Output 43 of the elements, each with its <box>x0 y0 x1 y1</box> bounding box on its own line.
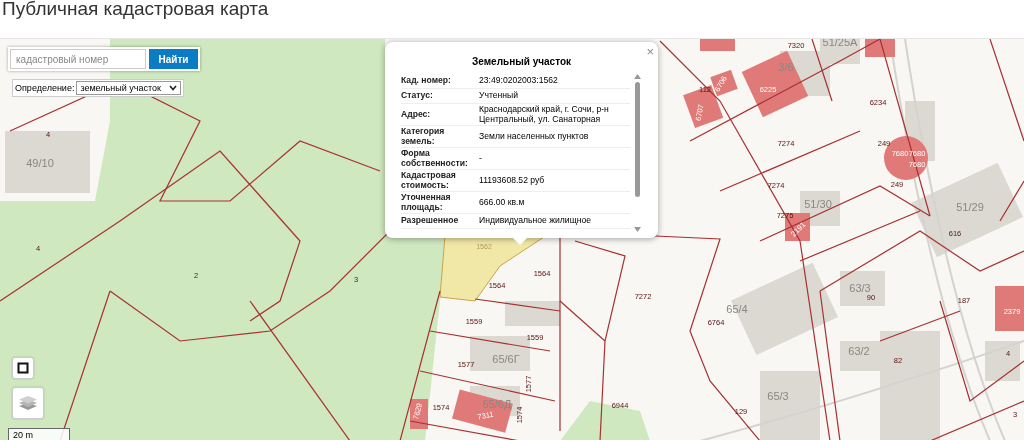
map-label: 65/6Д <box>482 398 512 410</box>
map-label: 51/25А <box>822 39 858 48</box>
field-label: Разрешенное <box>401 216 460 226</box>
map-label: 49/10 <box>26 157 54 169</box>
scrollbar[interactable] <box>633 74 642 232</box>
selection-tool-button[interactable] <box>12 357 34 379</box>
definition-dropdown[interactable]: земельный участок <box>76 81 181 95</box>
field-label: Адрес: <box>401 109 432 120</box>
map-label: 51/29 <box>956 201 984 213</box>
field-label: Форма собственности: <box>401 149 469 168</box>
field-value: 11193608.52 руб <box>479 175 545 186</box>
search-field[interactable]: кадастровый номер <box>10 49 146 69</box>
field-label: Категория земель: <box>401 127 446 146</box>
field-value: 23:49:0202003:1562 <box>479 76 558 86</box>
field-value: 666.00 кв.м <box>479 197 525 208</box>
definition-label: Определение: <box>15 83 75 93</box>
scroll-down-icon <box>634 227 641 232</box>
square-icon <box>17 362 29 374</box>
field-label: Кадастровая стоимость: <box>401 171 457 190</box>
field-value: Земли населенных пунктов <box>479 131 589 142</box>
map-label: 65/6Г <box>492 353 520 365</box>
map-label: 65/4 <box>726 303 748 315</box>
scale-bar: 20 m <box>8 428 70 440</box>
map-label: 65/3 <box>767 390 789 402</box>
map-label: 3/6 <box>778 61 794 73</box>
close-button[interactable]: × <box>646 45 654 58</box>
field-label: Уточненная площадь: <box>401 193 452 212</box>
caret-icon <box>168 85 177 91</box>
search-button[interactable]: Найти <box>149 49 198 69</box>
map-label: 63/3 <box>849 282 871 294</box>
popup-title: Земельный участок <box>471 56 572 67</box>
field-value: Учтенный <box>479 91 519 101</box>
field-value: Краснодарский край, г. Сочи, р-н Центральный, ул. Санаторная <box>479 105 610 124</box>
page-title: Публичная кадастровая карта <box>1 0 270 21</box>
field-label: Статус: <box>401 91 434 101</box>
layers-button[interactable] <box>12 387 44 419</box>
layers-icon <box>18 394 38 412</box>
scroll-up-icon <box>634 74 641 79</box>
field-value: - <box>479 153 482 164</box>
map-label: 51/30 <box>804 198 832 210</box>
map-label: 63/2 <box>848 345 870 357</box>
field-value: Индивидуальное жилищное <box>479 216 592 226</box>
field-label: Кад. номер: <box>401 76 452 86</box>
